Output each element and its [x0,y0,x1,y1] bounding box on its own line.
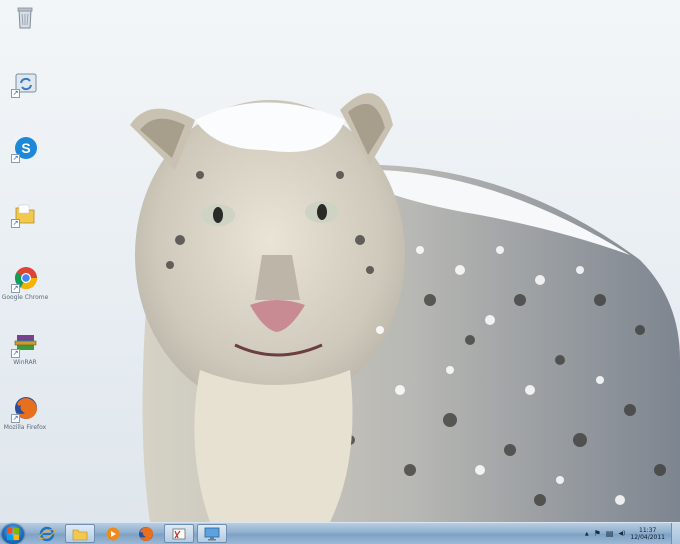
clock-time: 11:37 [639,526,657,534]
clock[interactable]: 11:37 12/04/2011 [630,527,665,541]
shortcut-arrow-icon: ↗ [11,219,20,228]
desktop-icon-google-chrome[interactable]: ↗ Google Chrome [2,265,48,301]
taskbar-internet-explorer[interactable] [32,524,62,543]
snow-leopard-wallpaper [0,0,680,522]
desktop-wallpaper [0,0,680,522]
show-hidden-icons-chevron-icon[interactable]: ▲ [585,529,589,539]
desktop-icon-mozilla-firefox[interactable]: ↗ Mozilla Firefox [2,395,48,431]
desktop-icon-label: WinRAR [13,359,37,366]
chrome-icon: ↗ [11,265,39,293]
sync-icon: ↗ [11,70,39,98]
recycle-bin-icon [11,4,39,32]
start-button[interactable] [2,524,24,544]
taskbar-snipping-tool[interactable] [164,524,194,543]
firefox-icon: ↗ [11,395,39,423]
folder-icon: ↗ [11,200,39,228]
taskbar-firefox[interactable] [131,524,161,543]
internet-explorer-icon [39,526,55,541]
svg-text:S: S [21,140,30,156]
shortcut-arrow-icon: ↗ [11,284,20,293]
taskbar-remote-desktop[interactable] [197,524,227,543]
desktop-icon-recycle-bin[interactable] [2,4,48,32]
skype-icon: S ↗ [11,135,39,163]
volume-icon[interactable]: ◀) [618,529,625,539]
desktop-icon-winrar[interactable]: ↗ WinRAR [2,330,48,366]
taskbar-media-player[interactable] [98,524,128,543]
system-tray: ▲ ⚑ ▤ ◀) 11:37 12/04/2011 [570,523,680,544]
explorer-folder-icon [72,529,88,540]
network-icon[interactable]: ▤ [606,529,614,539]
shortcut-arrow-icon: ↗ [11,349,20,358]
desktop-icon-sync[interactable]: ↗ [2,70,48,98]
action-center-flag-icon[interactable]: ⚑ [594,529,601,539]
desktop-icon-folder[interactable]: ↗ [2,200,48,228]
shortcut-arrow-icon: ↗ [11,154,20,163]
firefox-taskbar-icon [139,526,153,541]
desktop-icon-label: Google Chrome [1,294,49,301]
remote-desktop-icon [204,527,220,540]
shortcut-arrow-icon: ↗ [11,414,20,423]
desktop-icon-skype[interactable]: S ↗ [2,135,48,163]
media-player-icon [106,527,120,540]
shortcut-arrow-icon: ↗ [11,89,20,98]
desktop-icon-label: Mozilla Firefox [3,424,47,431]
show-desktop-button[interactable] [671,523,680,544]
snipping-tool-icon [172,528,186,539]
windows-logo-icon [7,528,19,540]
taskbar: ▲ ⚑ ▤ ◀) 11:37 12/04/2011 [0,522,680,544]
taskbar-windows-explorer[interactable] [65,524,95,543]
clock-date: 12/04/2011 [630,533,665,541]
winrar-icon: ↗ [11,330,39,358]
